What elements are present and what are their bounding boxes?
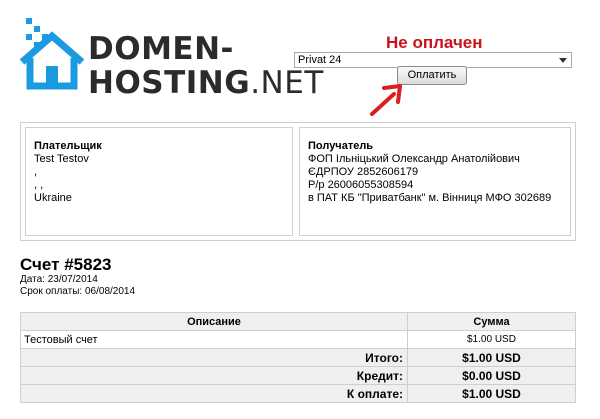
item-amount: $1.00 USD bbox=[407, 330, 576, 349]
payer-line: Ukraine bbox=[34, 192, 72, 204]
logo: DOMEN- HOSTING.NET bbox=[18, 18, 323, 100]
total-due-value: $1.00 USD bbox=[407, 384, 576, 403]
payer-line: Test Testov bbox=[34, 153, 89, 165]
house-logo-icon bbox=[19, 18, 85, 90]
column-header-amount: Сумма bbox=[407, 312, 576, 331]
total-due-row: К оплате: $1.00 USD bbox=[20, 384, 576, 403]
payee-line: ФОП Ільніцький Олександр Анатолійович bbox=[308, 153, 520, 165]
credit-row: Кредит: $0.00 USD bbox=[20, 366, 576, 385]
credit-value: $0.00 USD bbox=[407, 366, 576, 385]
credit-label: Кредит: bbox=[20, 366, 408, 385]
table-row: Тестовый счет $1.00 USD bbox=[20, 330, 576, 349]
payee-box: Получатель ФОП Ільніцький Олександр Анат… bbox=[299, 127, 571, 236]
payee-line: Р/р 26006055308594 bbox=[308, 179, 414, 191]
payer-line: , bbox=[34, 166, 38, 178]
item-description: Тестовый счет bbox=[20, 330, 408, 349]
payee-title: Получатель bbox=[308, 140, 374, 152]
subtotal-value: $1.00 USD bbox=[407, 348, 576, 367]
logo-text: DOMEN- HOSTING.NET bbox=[88, 32, 324, 100]
payer-title: Плательщик bbox=[34, 140, 102, 152]
logo-line-2-light: .NET bbox=[250, 65, 324, 101]
invoice-title: Счет #5823 bbox=[20, 255, 112, 274]
logo-line-1: DOMEN- bbox=[88, 31, 234, 67]
invoice-meta: Дата: 23/07/2014 Срок оплаты: 06/08/2014 bbox=[20, 274, 135, 298]
payment-status: Не оплачен bbox=[386, 33, 483, 52]
payee-line: в ПАТ КБ "Приватбанк" м. Вінниця МФО 302… bbox=[308, 192, 552, 204]
subtotal-row: Итого: $1.00 USD bbox=[20, 348, 576, 367]
invoice-date: Дата: 23/07/2014 bbox=[20, 274, 98, 285]
column-header-description: Описание bbox=[20, 312, 408, 331]
total-due-label: К оплате: bbox=[20, 384, 408, 403]
pay-button[interactable]: Оплатить bbox=[397, 66, 467, 85]
invoice-items-table: Описание Сумма Тестовый счет $1.00 USD И… bbox=[20, 312, 576, 403]
payer-box: Плательщик Test Testov , , , Ukraine bbox=[25, 127, 293, 236]
dropdown-arrow-icon bbox=[559, 58, 567, 63]
logo-line-2-bold: HOSTING bbox=[88, 65, 251, 101]
payee-line: ЄДРПОУ 2852606179 bbox=[308, 166, 419, 178]
payer-line: , , bbox=[34, 179, 44, 191]
subtotal-label: Итого: bbox=[20, 348, 408, 367]
pointer-arrow-icon bbox=[370, 84, 402, 116]
parties-panel: Плательщик Test Testov , , , Ukraine Пол… bbox=[20, 122, 576, 241]
gateway-selected-value: Privat 24 bbox=[298, 54, 342, 66]
table-header-row: Описание Сумма bbox=[20, 312, 576, 331]
invoice-due-date: Срок оплаты: 06/08/2014 bbox=[20, 286, 136, 297]
logo-line-2: HOSTING.NET bbox=[88, 66, 324, 100]
